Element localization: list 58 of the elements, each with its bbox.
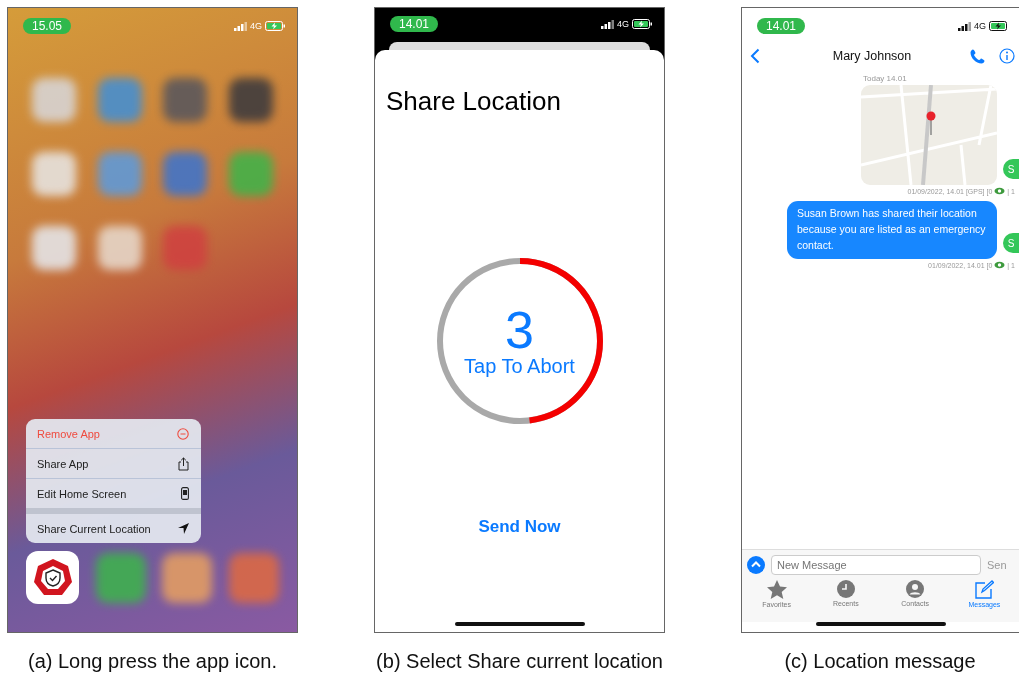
blurred-app-icon bbox=[32, 152, 76, 196]
send-now-button[interactable]: Send Now bbox=[478, 517, 561, 537]
status-time: 14.01 bbox=[757, 18, 806, 34]
date-header: Today 14.01 bbox=[863, 74, 907, 83]
signal-icon bbox=[958, 21, 971, 31]
menu-item[interactable]: Share App bbox=[26, 448, 201, 478]
network-label: 4G bbox=[617, 19, 629, 29]
minus-circle-icon bbox=[177, 427, 189, 440]
blurred-app-icon bbox=[95, 552, 146, 603]
blurred-app-icon bbox=[32, 78, 76, 122]
message-input-field[interactable]: New Message bbox=[771, 555, 981, 575]
status-time: 15.05 bbox=[23, 18, 72, 34]
map-thumbnail[interactable] bbox=[861, 85, 997, 185]
blurred-app-icon bbox=[97, 152, 142, 196]
sender-avatar: S bbox=[1003, 233, 1019, 253]
blurred-app-icon bbox=[97, 78, 142, 122]
signal-icon bbox=[234, 21, 247, 31]
figure-caption: (b) Select Share current location bbox=[375, 650, 664, 673]
send-button[interactable]: Sen bbox=[987, 559, 1007, 571]
blurred-app-icon bbox=[32, 226, 76, 270]
countdown-label: Tap To Abort bbox=[464, 354, 575, 378]
phone-device-icon bbox=[181, 487, 189, 500]
blurred-app-icon bbox=[228, 78, 273, 122]
message-bubble: Susan Brown has shared their location because you are listed as an emergency contact. bbox=[787, 201, 997, 259]
figure-caption: (a) Long press the app icon. bbox=[26, 650, 278, 673]
location-arrow-icon bbox=[178, 523, 189, 534]
blurred-app-icon bbox=[163, 226, 208, 270]
signal-icon bbox=[601, 19, 614, 29]
expand-up-icon[interactable] bbox=[747, 556, 765, 574]
eye-icon bbox=[994, 187, 1006, 195]
blurred-app-icon bbox=[162, 552, 213, 603]
star-icon bbox=[766, 580, 787, 599]
figure-caption: (c) Location message bbox=[783, 650, 977, 673]
network-label: 4G bbox=[974, 21, 986, 31]
contact-name: Mary Johnson bbox=[831, 49, 913, 63]
share-icon bbox=[178, 456, 189, 471]
back-chevron-icon[interactable] bbox=[750, 48, 760, 64]
eye-icon bbox=[994, 261, 1006, 269]
menu-item[interactable]: Share Current Location bbox=[26, 508, 201, 543]
sender-avatar: S bbox=[1003, 159, 1019, 179]
app-icon[interactable] bbox=[26, 551, 79, 604]
battery-charging-icon bbox=[632, 19, 652, 29]
menu-item[interactable]: Edit Home Screen bbox=[26, 478, 201, 508]
blurred-app-icon bbox=[228, 552, 279, 603]
blurred-app-icon bbox=[97, 226, 142, 270]
sheet-title: Share Location bbox=[385, 85, 561, 117]
compose-icon bbox=[974, 580, 994, 599]
blurred-app-icon bbox=[228, 152, 273, 196]
info-icon[interactable] bbox=[999, 48, 1015, 64]
phone-icon[interactable] bbox=[970, 48, 985, 64]
countdown-number: 3 bbox=[505, 304, 534, 355]
blurred-app-icon bbox=[163, 78, 208, 122]
status-time: 14.01 bbox=[390, 16, 439, 32]
menu-item[interactable]: Remove App bbox=[26, 419, 201, 448]
network-label: 4G bbox=[250, 21, 262, 31]
battery-charging-icon bbox=[989, 21, 1007, 31]
battery-charging-icon bbox=[265, 21, 285, 31]
blurred-app-icon bbox=[163, 152, 208, 196]
